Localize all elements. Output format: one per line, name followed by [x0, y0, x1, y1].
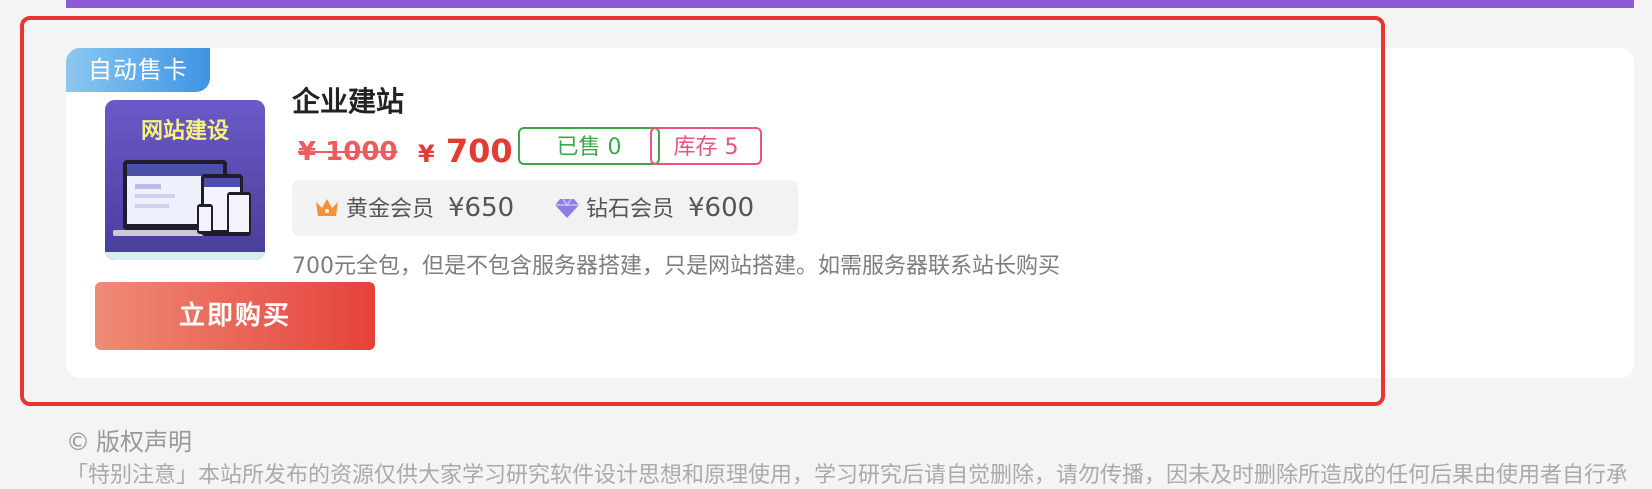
buy-now-button[interactable]: 立即购买 [95, 282, 375, 350]
top-accent-bar [66, 0, 1634, 8]
stock-count-tag: 库存 5 [650, 127, 762, 165]
gold-member-label: 黄金会员 [346, 197, 435, 222]
diamond-icon [555, 198, 579, 218]
product-title[interactable]: 企业建站 [292, 80, 404, 120]
copyright-heading: © 版权声明 [66, 422, 192, 457]
product-description: 700元全包，但是不包含服务器搭建，只是网站搭建。如需服务器联系站长购买 [292, 254, 1060, 279]
diamond-member-label: 钻石会员 [586, 197, 675, 222]
sold-count-tag: 已售 0 [518, 127, 660, 165]
diamond-member-value: ¥600 [688, 193, 755, 223]
image-caption: 网站建设 [141, 119, 229, 144]
gold-member-value: ¥650 [448, 193, 515, 223]
copyright-title: 版权声明 [96, 428, 192, 456]
gold-member-price: 黄金会员 ¥650 [314, 180, 544, 236]
auto-sale-badge: 自动售卡 [66, 48, 210, 92]
member-prices-box: 黄金会员 ¥650 钻石会员 ¥600 [292, 180, 798, 236]
crown-icon [316, 199, 338, 216]
price-value: 700 [445, 132, 513, 170]
copyright-icon: © [66, 428, 90, 456]
currency-symbol: ¥ [418, 140, 435, 168]
diamond-member-price: 钻石会员 ¥600 [554, 180, 784, 236]
original-price: ¥ 1000 [298, 137, 398, 167]
current-price: ¥ 700 [418, 132, 513, 170]
copyright-notice: 「特别注意」本站所发布的资源仅供大家学习研究软件设计思想和原理使用，学习研究后请… [66, 463, 1626, 488]
product-image[interactable]: 网站建设 [105, 100, 265, 260]
